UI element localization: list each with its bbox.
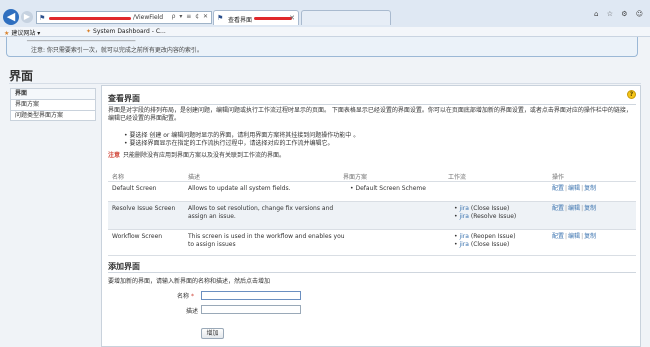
sidebar-item-screen-schemes[interactable]: 界面方案 xyxy=(10,99,96,110)
workflow-link[interactable]: jira xyxy=(459,213,468,220)
notice-line-1: ────────────────────────────── xyxy=(27,38,136,45)
address-bar[interactable]: ⚑ /ViewField ρ ▾ ≡ ¢ ✕ xyxy=(36,11,212,24)
workflow-item: • jira (Resolve Issue) xyxy=(454,213,517,220)
add-button[interactable]: 增加 xyxy=(201,328,224,339)
name-label: 名称 * xyxy=(177,293,194,300)
screen-description: This screen is used in the workflow and … xyxy=(188,233,345,248)
section-divider xyxy=(108,104,636,105)
section-divider xyxy=(108,272,636,273)
address-url-suffix: /ViewField xyxy=(133,14,164,21)
edit-link[interactable]: 编辑 xyxy=(568,233,580,240)
help-icon[interactable]: ? xyxy=(627,90,636,99)
row-operations: 配置|编辑|复制 xyxy=(552,205,597,212)
workflow-link[interactable]: jira xyxy=(459,233,468,240)
notice-line-2: 注意: 你只需要索引一次，就可以完成之前所有更改内容的索引。 xyxy=(31,47,203,54)
workflow-link[interactable]: jira xyxy=(459,205,468,212)
column-header-operations: 操作 xyxy=(552,174,565,181)
favorite-suggested-sites[interactable]: ★ 建议网站 ▾ xyxy=(4,28,40,37)
sidebar-item-issue-type-screen-schemes[interactable]: 问题类型界面方案 xyxy=(10,110,96,121)
tab-label: 查看界面 xyxy=(228,17,253,24)
workflow-item: • jira (Close Issue) xyxy=(454,241,510,248)
column-header-description: 描述 xyxy=(188,174,201,181)
redacted-url xyxy=(49,17,131,20)
table-row: Workflow Screen This screen is used in t… xyxy=(108,229,636,256)
sidebar-item-screens[interactable]: 界面 xyxy=(10,88,96,99)
forward-button[interactable]: ▶ xyxy=(21,11,33,23)
column-header-name: 名称 xyxy=(112,174,125,181)
name-field[interactable] xyxy=(201,291,301,300)
copy-link[interactable]: 复制 xyxy=(584,185,596,192)
page-title: 界面 xyxy=(9,69,34,83)
reindex-notice: ────────────────────────────── 注意: 你只需要索… xyxy=(6,37,638,57)
section-title-add-screen: 添加界面 xyxy=(108,262,140,271)
configure-link[interactable]: 配置 xyxy=(552,233,564,240)
note-text: 只能删除没有应用到界面方案以及没有关联到工作流的界面。 xyxy=(123,152,286,159)
column-header-workflow: 工作流 xyxy=(448,174,467,181)
redacted-tab-text xyxy=(254,17,292,20)
required-mark: * xyxy=(190,293,194,300)
tab-favicon-icon: ⚑ xyxy=(217,14,224,22)
star-icon: ★ xyxy=(4,30,10,37)
table-row: Resolve Issue Screen Allows to set resol… xyxy=(108,201,636,229)
workflow-link[interactable]: jira xyxy=(459,241,468,248)
divider xyxy=(9,83,641,84)
back-button[interactable]: ◀ xyxy=(3,9,19,25)
screen-name: Default Screen xyxy=(112,185,157,192)
copy-link[interactable]: 复制 xyxy=(584,205,596,212)
row-operations: 配置|编辑|复制 xyxy=(552,233,597,240)
favorites-bar: ★ 建议网站 ▾ ✦ System Dashboard - C... xyxy=(0,27,650,37)
workflow-item: • jira (Close Issue) xyxy=(454,205,510,212)
workflow-item: • jira (Reopen Issue) xyxy=(454,233,516,240)
sidebar: 界面 界面方案 问题类型界面方案 xyxy=(10,88,96,121)
intro-text: 界面是对字段的排列布局，是创建问题，编辑问题或执行工作流过程时显示的页面。 下面… xyxy=(108,107,632,122)
browser-toolbar-icons[interactable]: ⌂ ☆ ⚙ ☺ xyxy=(594,10,646,18)
jira-icon: ✦ xyxy=(86,28,92,35)
section-title-view-screens: 查看界面 xyxy=(108,94,140,103)
delete-note: 注意 只能删除没有应用到界面方案以及没有关联到工作流的界面。 xyxy=(108,150,285,159)
screen-description: Allows to update all system fields. xyxy=(188,185,291,192)
page: ────────────────────────────── 注意: 你只需要索… xyxy=(0,37,650,347)
column-header-screen-scheme: 界面方案 xyxy=(343,174,368,181)
table-header: 名称 描述 界面方案 工作流 操作 xyxy=(108,172,636,181)
browser-tab-active[interactable]: ⚑ 查看界面 ✕ xyxy=(213,10,299,25)
address-controls[interactable]: ρ ▾ ≡ ¢ ✕ xyxy=(172,13,209,20)
site-favicon-icon: ⚑ xyxy=(39,14,46,22)
table-row: Default Screen Allows to update all syst… xyxy=(108,181,636,201)
copy-link[interactable]: 复制 xyxy=(584,233,596,240)
favorite-system-dashboard[interactable]: ✦ System Dashboard - C... xyxy=(86,28,166,35)
row-operations: 配置|编辑|复制 xyxy=(552,185,597,192)
browser-tab-blank[interactable] xyxy=(301,10,391,25)
description-field[interactable] xyxy=(201,305,301,314)
screen-scheme-link[interactable]: • Default Screen Scheme xyxy=(350,185,426,193)
screen-name: Resolve Issue Screen xyxy=(112,205,176,212)
description-label: 描述 xyxy=(186,308,199,315)
configure-link[interactable]: 配置 xyxy=(552,205,564,212)
screen-name: Workflow Screen xyxy=(112,233,163,240)
main-panel: ? 查看界面 界面是对字段的排列布局，是创建问题，编辑问题或执行工作流过程时显示… xyxy=(101,85,641,347)
configure-link[interactable]: 配置 xyxy=(552,185,564,192)
bullet-workflow: • 要选择界面显示在指定的工作流执行过程中，请选择对应的工作流并编辑它。 xyxy=(124,140,334,147)
edit-link[interactable]: 编辑 xyxy=(568,205,580,212)
add-screen-hint: 要增加新的界面，请输入新界面的名称和描述，然后点击增加 xyxy=(108,278,271,285)
tab-close-icon[interactable]: ✕ xyxy=(289,14,295,22)
note-label: 注意 xyxy=(108,152,121,159)
edit-link[interactable]: 编辑 xyxy=(568,185,580,192)
screen-description: Allows to set resolution, change fix ver… xyxy=(188,205,334,220)
